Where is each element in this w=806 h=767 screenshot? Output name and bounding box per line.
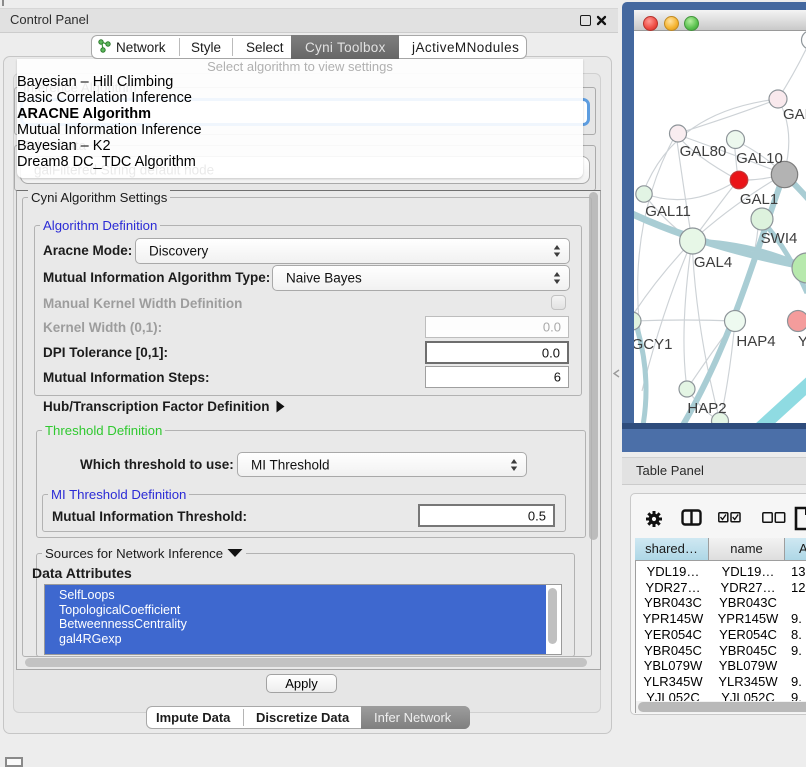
svg-text:GAL4: GAL4 xyxy=(694,254,732,271)
svg-text:GAL7: GAL7 xyxy=(783,106,806,123)
svg-text:YKL: YKL xyxy=(798,333,806,350)
svg-text:GAL10: GAL10 xyxy=(736,150,783,167)
svg-text:HAP4: HAP4 xyxy=(736,333,775,350)
svg-text:SWI4: SWI4 xyxy=(761,230,798,247)
svg-text:GAL11: GAL11 xyxy=(645,203,691,220)
svg-text:GAL1: GAL1 xyxy=(740,191,778,208)
svg-text:GCY1: GCY1 xyxy=(634,336,672,353)
svg-text:GAL80: GAL80 xyxy=(680,143,727,160)
svg-text:HAP2: HAP2 xyxy=(687,400,726,417)
